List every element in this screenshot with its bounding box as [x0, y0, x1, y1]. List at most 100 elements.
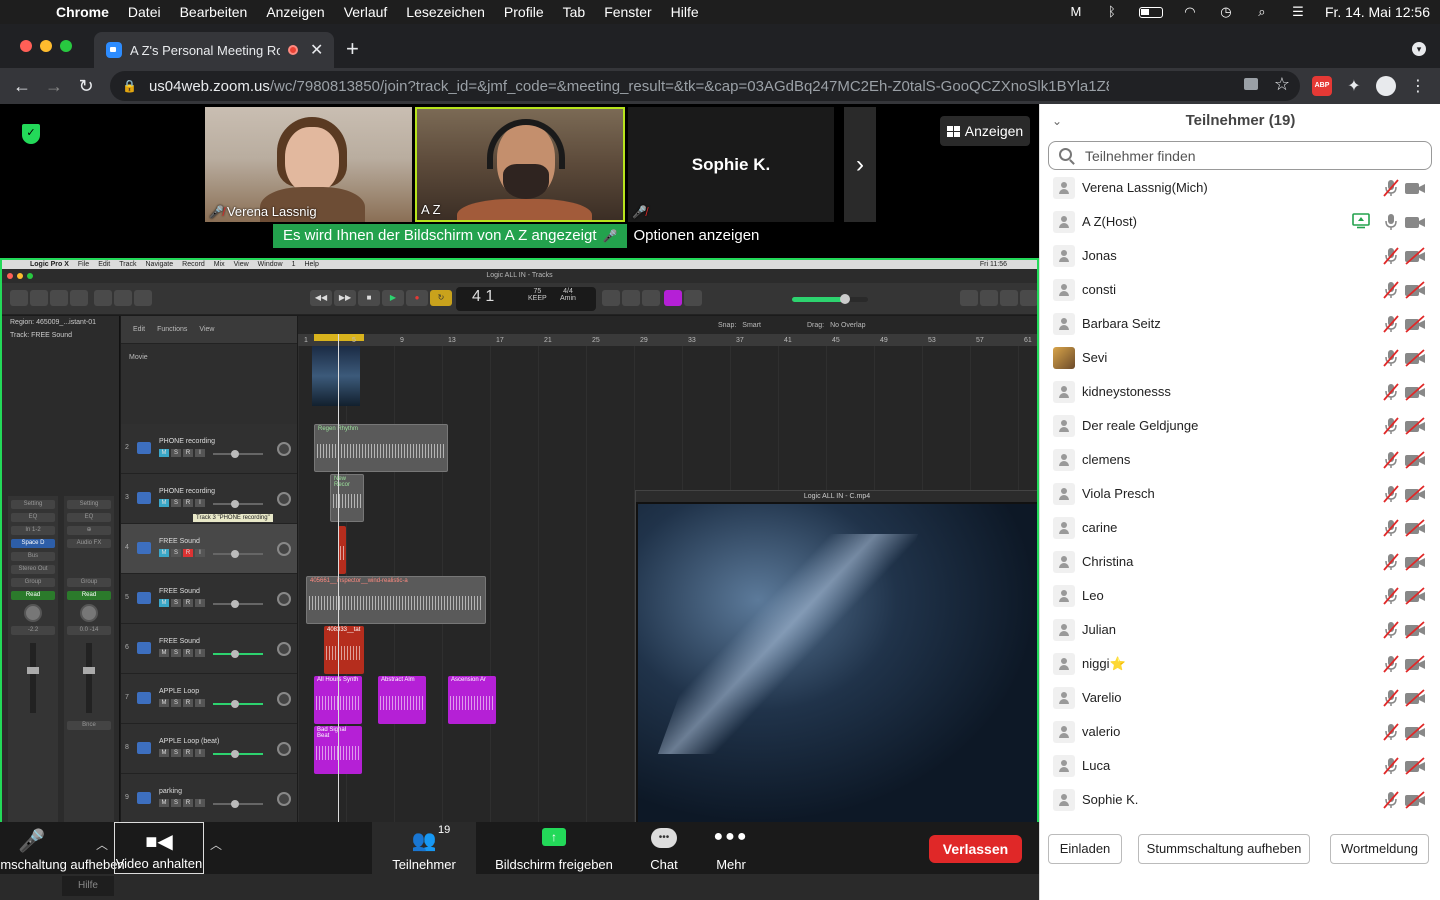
tile-name-label: A Z — [421, 202, 441, 217]
tracks-toolbar: Edit Functions View — [121, 316, 297, 344]
strip-volume-value: 0.0 — [79, 627, 88, 633]
audio-options-chevron-icon[interactable]: ︿ — [96, 836, 108, 853]
tab-search-icon[interactable]: ▾ — [1412, 42, 1426, 56]
raise-hand-button[interactable]: Wortmeldung — [1330, 834, 1429, 864]
new-tab-button[interactable]: + — [346, 38, 359, 60]
participant-row[interactable]: kidneystonesss — [1040, 375, 1440, 409]
audio-region: Abstract Alm — [378, 676, 426, 724]
participant-row[interactable]: Der reale Geldjunge — [1040, 409, 1440, 443]
participant-row[interactable]: Jonas — [1040, 239, 1440, 273]
participant-row[interactable]: Sevi — [1040, 341, 1440, 375]
logic-menu-item: Mix — [213, 261, 225, 268]
participant-row[interactable]: valerio — [1040, 715, 1440, 749]
reload-icon[interactable]: ↻ — [74, 74, 98, 98]
participant-row[interactable]: niggi⭐ — [1040, 647, 1440, 681]
participant-row[interactable]: Julian — [1040, 613, 1440, 647]
track-buttons: MSRI — [159, 449, 205, 457]
bluetooth-icon[interactable]: ᛒ — [1103, 5, 1121, 19]
spotlight-search-icon[interactable]: ⌕ — [1253, 5, 1271, 19]
view-button[interactable]: Anzeigen — [940, 116, 1030, 146]
menu-item-datei[interactable]: Datei — [128, 4, 161, 20]
malwarebytes-icon[interactable]: M — [1067, 5, 1085, 19]
browser-tab-zoom[interactable]: A Z's Personal Meeting Room ✕ — [94, 32, 334, 68]
snap-label: Snap: — [718, 322, 737, 329]
control-center-icon[interactable]: ☰ — [1289, 5, 1307, 19]
close-window-button[interactable] — [20, 40, 32, 52]
menu-item-profile[interactable]: Profile — [504, 4, 544, 20]
video-tile-sophie[interactable]: Sophie K. 🎤̸ — [628, 107, 834, 222]
chat-button[interactable]: ••• Chat — [636, 822, 692, 874]
participant-row[interactable]: consti — [1040, 273, 1440, 307]
participant-row[interactable]: Leo — [1040, 579, 1440, 613]
participant-row[interactable]: Sophie K. — [1040, 783, 1440, 817]
leave-meeting-button[interactable]: Verlassen — [929, 835, 1022, 863]
tuner-icon — [602, 290, 620, 306]
tracks-edit-menu: Edit — [133, 326, 146, 333]
audio-region — [338, 526, 346, 574]
wifi-icon[interactable]: ◠ — [1181, 5, 1199, 19]
participants-panel: ⌄ Teilnehmer (19) Teilnehmer finden Vere… — [1039, 104, 1440, 900]
minimize-window-button[interactable] — [40, 40, 52, 52]
menu-item-lesezeichen[interactable]: Lesezeichen — [406, 4, 485, 20]
menu-app-name[interactable]: Chrome — [56, 4, 109, 20]
more-button[interactable]: ●●● Mehr — [706, 822, 756, 874]
camera-in-use-icon[interactable] — [1244, 78, 1258, 90]
participants-button[interactable]: 👥 19 Teilnehmer — [372, 822, 476, 874]
stop-icon: ■ — [358, 290, 380, 306]
time-machine-icon[interactable]: ◷ — [1217, 5, 1235, 19]
browser-menu-icon[interactable]: ⋮ — [1408, 76, 1428, 96]
menu-item-fenster[interactable]: Fenster — [604, 4, 651, 20]
battery-icon[interactable] — [1138, 6, 1163, 18]
strip-setting: Setting — [11, 500, 55, 509]
extensions-puzzle-icon[interactable]: ✦ — [1344, 76, 1364, 96]
address-bar[interactable]: 🔒 us04web.zoom.us/wc/7980813850/join?tra… — [110, 71, 1300, 101]
share-screen-button[interactable]: ↑ Bildschirm freigeben — [494, 822, 614, 874]
video-tile-verena[interactable]: 🎤̸ Verena Lassnig — [205, 107, 412, 222]
menu-item-bearbeiten[interactable]: Bearbeiten — [180, 4, 248, 20]
participant-row[interactable]: carine — [1040, 511, 1440, 545]
ruler-tick: 5 — [352, 337, 356, 344]
participant-row[interactable]: Christina — [1040, 545, 1440, 579]
video-tile-az[interactable]: A Z — [415, 107, 625, 222]
menu-item-hilfe[interactable]: Hilfe — [671, 4, 699, 20]
ruler-tick: 1 — [304, 337, 308, 344]
next-page-chevron-icon[interactable]: › — [844, 107, 876, 222]
invite-button[interactable]: Einladen — [1048, 834, 1122, 864]
view-options-button[interactable]: Optionen anzeigen — [627, 224, 766, 248]
unmute-all-button[interactable]: Stummschaltung aufheben — [1138, 834, 1310, 864]
participant-row[interactable]: clemens — [1040, 443, 1440, 477]
participant-row[interactable]: Viola Presch — [1040, 477, 1440, 511]
menu-item-anzeigen[interactable]: Anzeigen — [266, 4, 324, 20]
help-dock-item[interactable]: Hilfe — [62, 876, 114, 896]
stop-video-button[interactable]: ■◀ Video anhalten — [114, 822, 204, 874]
pencil-icon — [622, 290, 640, 306]
pan-knob — [80, 604, 98, 622]
forward-arrow-icon[interactable]: → — [42, 74, 66, 98]
ruler-tick: 41 — [784, 337, 792, 344]
participant-name: Luca — [1082, 758, 1111, 773]
bookmark-star-icon[interactable]: ☆ — [1274, 74, 1290, 95]
maximize-window-button[interactable] — [60, 40, 72, 52]
muted-mic-icon: 🎤 — [602, 229, 618, 243]
tracks-functions-menu: Functions — [157, 326, 188, 333]
participant-search-input[interactable]: Teilnehmer finden — [1048, 141, 1432, 170]
unmute-button[interactable]: 🎤 Stummschaltung aufheben — [0, 822, 125, 874]
menubar-clock[interactable]: Fr. 14. Mai 12:56 — [1325, 4, 1430, 20]
participant-row[interactable]: Barbara Seitz — [1040, 307, 1440, 341]
video-options-chevron-icon[interactable]: ︿ — [210, 836, 222, 853]
close-tab-icon[interactable]: ✕ — [310, 40, 323, 60]
menu-item-verlauf[interactable]: Verlauf — [344, 4, 388, 20]
participant-row[interactable]: Varelio — [1040, 681, 1440, 715]
adblock-plus-icon[interactable]: ABP — [1312, 76, 1332, 96]
strip-group: Group — [67, 578, 111, 587]
shared-screen-content[interactable]: Logic Pro X File Edit Track Navigate Rec… — [0, 258, 1039, 824]
track-row: 2 PHONE recording MSRI — [121, 424, 297, 474]
encryption-shield-icon[interactable]: ✓ — [22, 124, 40, 144]
menu-item-tab[interactable]: Tab — [563, 4, 586, 20]
participant-row[interactable]: Verena Lassnig(Mich) — [1040, 171, 1440, 205]
back-arrow-icon[interactable]: ← — [10, 74, 34, 98]
profile-avatar-icon[interactable] — [1376, 76, 1396, 96]
participant-row[interactable]: Luca — [1040, 749, 1440, 783]
view-button-label: Anzeigen — [964, 123, 1024, 139]
participant-row[interactable]: A Z(Host) — [1040, 205, 1440, 239]
